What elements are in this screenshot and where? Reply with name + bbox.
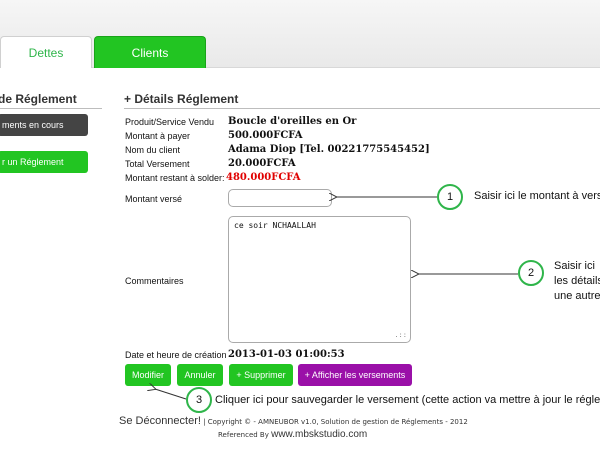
reglements-en-cours-button[interactable]: ments en cours: [0, 114, 88, 136]
page-title: + Détails Réglement: [124, 92, 600, 109]
afficher-versements-button[interactable]: + Afficher les versements: [298, 364, 412, 386]
callout-1-text: Saisir ici le montant à versé: [474, 190, 600, 202]
callout-2-text-line3: une autre: [554, 290, 600, 302]
montant-a-payer-value: 500.000FCFA: [228, 130, 303, 141]
commentaires-textarea[interactable]: ce soir NCHAALLAH .::: [228, 216, 411, 343]
total-versement-value: 20.000FCFA: [228, 158, 296, 169]
montant-a-payer-label: Montant à payer: [125, 131, 191, 141]
date-creation-label: Date et heure de création: [125, 350, 227, 360]
nom-client-label: Nom du client: [125, 145, 181, 155]
montant-restant-label: Montant restant à solder:: [125, 173, 225, 183]
montant-verse-label: Montant versé: [125, 194, 183, 204]
date-creation-value: 2013-01-03 01:00:53: [228, 349, 345, 360]
montant-restant-value: 480.000FCFA: [226, 172, 301, 183]
modifier-button[interactable]: Modifier: [125, 364, 171, 386]
copyright-text: | Copyright © - AMNEUBOR v1.0, Solution …: [200, 418, 468, 426]
callout-3-badge: 3: [186, 387, 212, 413]
callout-2-text-line2: les détails: [554, 275, 600, 287]
ajouter-reglement-button[interactable]: r un Réglement: [0, 151, 88, 173]
footer-referenced: Referenced By www.mbskstudio.com: [218, 429, 367, 440]
supprimer-button[interactable]: + Supprimer: [229, 364, 293, 386]
site-link[interactable]: www.mbskstudio.com: [271, 429, 367, 440]
tab-dettes[interactable]: Dettes: [0, 36, 92, 68]
resize-grip-icon[interactable]: .::: [394, 331, 407, 339]
callout-2-badge: 2: [518, 260, 544, 286]
total-versement-label: Total Versement: [125, 159, 190, 169]
produit-label: Produit/Service Vendu: [125, 117, 215, 127]
tab-clients[interactable]: Clients: [94, 36, 206, 68]
annuler-button[interactable]: Annuler: [177, 364, 223, 386]
referenced-by-text: Referenced By: [218, 431, 272, 439]
callout-3-text: Cliquer ici pour sauvegarder le versemen…: [215, 394, 600, 406]
callout-1-badge: 1: [437, 184, 463, 210]
left-panel-title: de Réglement: [0, 92, 102, 109]
footer: Se Déconnecter! | Copyright © - AMNEUBOR…: [119, 415, 468, 427]
commentaires-text: ce soir NCHAALLAH: [234, 221, 316, 230]
produit-value: Boucle d'oreilles en Or: [228, 116, 357, 127]
nom-client-value: Adama Diop [Tel. 00221775545452]: [228, 144, 430, 155]
logout-link[interactable]: Se Déconnecter!: [119, 415, 201, 427]
commentaires-label: Commentaires: [125, 276, 184, 286]
callout-2-text-line1: Saisir ici: [554, 260, 595, 272]
montant-verse-input[interactable]: [228, 189, 332, 207]
